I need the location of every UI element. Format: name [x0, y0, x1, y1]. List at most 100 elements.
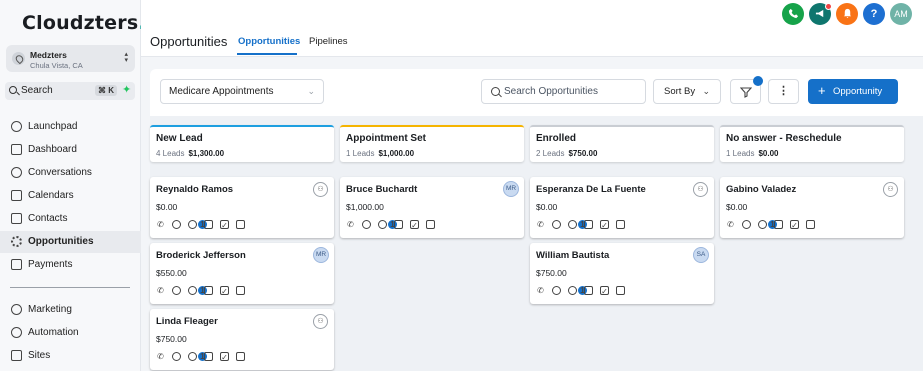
calendar-icon[interactable] — [616, 286, 625, 295]
search-shortcut: ⌘ K — [95, 85, 117, 96]
add-opportunity-button[interactable]: + Opportunity — [808, 79, 898, 104]
filter-button[interactable] — [730, 76, 763, 104]
tab-pipelines[interactable]: Pipelines — [309, 36, 348, 47]
notifications-button[interactable] — [836, 3, 858, 25]
note-icon[interactable] — [204, 352, 213, 361]
search-icon — [491, 87, 500, 96]
opportunity-card[interactable]: Linda Fleager $750.00 ⚇ ✆ 1 ✓ — [150, 309, 334, 370]
note-icon[interactable] — [394, 220, 403, 229]
tag-icon[interactable] — [568, 220, 577, 229]
sidebar-item-label: Payments — [28, 259, 73, 270]
sidebar-item-label: Opportunities — [28, 236, 94, 247]
phone-icon[interactable]: ✆ — [156, 220, 165, 229]
chat-icon[interactable] — [362, 220, 371, 229]
sidebar-item-dashboard[interactable]: Dashboard — [0, 139, 141, 161]
opportunity-card[interactable]: Bruce Buchardt $1,000.00 MR ✆ 1 ✓ — [340, 177, 524, 238]
phone-icon[interactable]: ✆ — [156, 286, 165, 295]
assign-user-icon[interactable]: ⚇ — [313, 314, 328, 329]
phone-icon[interactable]: ✆ — [726, 220, 735, 229]
column-title: Appointment Set — [346, 133, 426, 144]
tag-icon[interactable] — [758, 220, 767, 229]
sidebar-search[interactable]: Search ⌘ K ✦ — [5, 82, 135, 100]
phone-icon[interactable]: ✆ — [156, 352, 165, 361]
phone-icon[interactable]: ✆ — [536, 286, 545, 295]
calendar-icon[interactable] — [236, 220, 245, 229]
assign-user-icon[interactable]: ⚇ — [313, 182, 328, 197]
note-icon[interactable] — [204, 220, 213, 229]
card-name: Bruce Buchardt — [346, 184, 418, 195]
card-name: Esperanza De La Fuente — [536, 184, 646, 195]
note-icon[interactable] — [204, 286, 213, 295]
sidebar-item-contacts[interactable]: Contacts — [0, 208, 141, 230]
opportunity-card[interactable]: Broderick Jefferson $550.00 MR ✆ 1 ✓ — [150, 243, 334, 304]
calendar-icon[interactable] — [806, 220, 815, 229]
more-options-button[interactable]: ⋮ — [768, 79, 799, 104]
note-icon[interactable] — [584, 286, 593, 295]
announcement-button[interactable] — [809, 3, 832, 25]
opportunities-icon — [11, 236, 22, 247]
calendar-icon[interactable] — [236, 286, 245, 295]
grid-icon — [11, 144, 22, 155]
user-avatar[interactable]: AM — [890, 3, 912, 25]
note-icon[interactable] — [774, 220, 783, 229]
chevron-updown-icon: ▴ ▾ — [124, 51, 128, 64]
sidebar-item-marketing[interactable]: Marketing — [0, 299, 141, 321]
task-icon[interactable]: ✓ — [600, 286, 609, 296]
opportunity-card[interactable]: Gabino Valadez $0.00 ⚇ ✆ 1 ✓ — [720, 177, 904, 238]
assign-user-icon[interactable]: ⚇ — [883, 182, 898, 197]
task-icon[interactable]: ✓ — [600, 220, 609, 230]
tag-icon[interactable] — [568, 286, 577, 295]
app-logo[interactable]: Cloudzters. — [22, 12, 146, 34]
calendar-icon[interactable] — [236, 352, 245, 361]
tag-icon[interactable] — [188, 220, 197, 229]
card-name: Reynaldo Ramos — [156, 184, 234, 195]
task-icon[interactable]: ✓ — [220, 220, 229, 230]
card-name: Broderick Jefferson — [156, 250, 246, 261]
location-switcher[interactable]: Medzters Chula Vista, CA ▴ ▾ — [6, 45, 135, 72]
opportunity-search-input[interactable]: Search Opportunities — [481, 79, 646, 104]
owner-avatar[interactable]: MR — [503, 181, 519, 197]
contacts-icon — [11, 213, 22, 224]
tag-icon[interactable] — [188, 352, 197, 361]
chat-icon[interactable] — [172, 286, 181, 295]
opportunity-card[interactable]: Reynaldo Ramos $0.00 ⚇ ✆ 1 ✓ — [150, 177, 334, 238]
opportunity-card[interactable]: Esperanza De La Fuente $0.00 ⚇ ✆ 1 ✓ — [530, 177, 714, 238]
chat-icon[interactable] — [742, 220, 751, 229]
tab-opportunities[interactable]: Opportunities — [238, 36, 300, 47]
note-icon[interactable] — [584, 220, 593, 229]
assign-user-icon[interactable]: ⚇ — [693, 182, 708, 197]
bell-icon — [843, 8, 851, 19]
task-icon[interactable]: ✓ — [790, 220, 799, 230]
calendar-icon[interactable] — [426, 220, 435, 229]
active-tab-indicator — [237, 53, 297, 55]
opportunity-card[interactable]: William Bautista $750.00 SA ✆ 1 ✓ — [530, 243, 714, 304]
task-icon[interactable]: ✓ — [220, 286, 229, 296]
calendar-icon[interactable] — [616, 220, 625, 229]
phone-button[interactable] — [782, 3, 804, 25]
sidebar-item-conversations[interactable]: Conversations — [0, 162, 141, 184]
task-icon[interactable]: ✓ — [410, 220, 419, 230]
sidebar-item-automation[interactable]: Automation — [0, 322, 141, 344]
chat-icon[interactable] — [172, 352, 181, 361]
phone-icon[interactable]: ✆ — [536, 220, 545, 229]
chat-icon[interactable] — [552, 220, 561, 229]
sites-icon — [11, 350, 22, 361]
sidebar-item-calendars[interactable]: Calendars — [0, 185, 141, 207]
owner-avatar[interactable]: SA — [693, 247, 709, 263]
help-button[interactable]: ? — [863, 3, 885, 25]
owner-avatar[interactable]: MR — [313, 247, 329, 263]
chat-icon[interactable] — [552, 286, 561, 295]
quick-action-icon[interactable]: ✦ — [122, 83, 131, 96]
task-icon[interactable]: ✓ — [220, 352, 229, 362]
card-value: $0.00 — [726, 202, 748, 212]
phone-icon[interactable]: ✆ — [346, 220, 355, 229]
tag-icon[interactable] — [378, 220, 387, 229]
chat-icon[interactable] — [172, 220, 181, 229]
tag-icon[interactable] — [188, 286, 197, 295]
sidebar-item-sites[interactable]: Sites — [0, 345, 141, 367]
pipeline-select[interactable]: Medicare Appointments ⌄ — [160, 79, 324, 104]
sidebar-item-payments[interactable]: Payments — [0, 254, 141, 276]
sidebar-item-launchpad[interactable]: Launchpad — [0, 116, 141, 138]
sidebar-item-opportunities[interactable]: Opportunities — [0, 231, 141, 253]
sort-by-button[interactable]: Sort By ⌄ — [653, 79, 721, 104]
